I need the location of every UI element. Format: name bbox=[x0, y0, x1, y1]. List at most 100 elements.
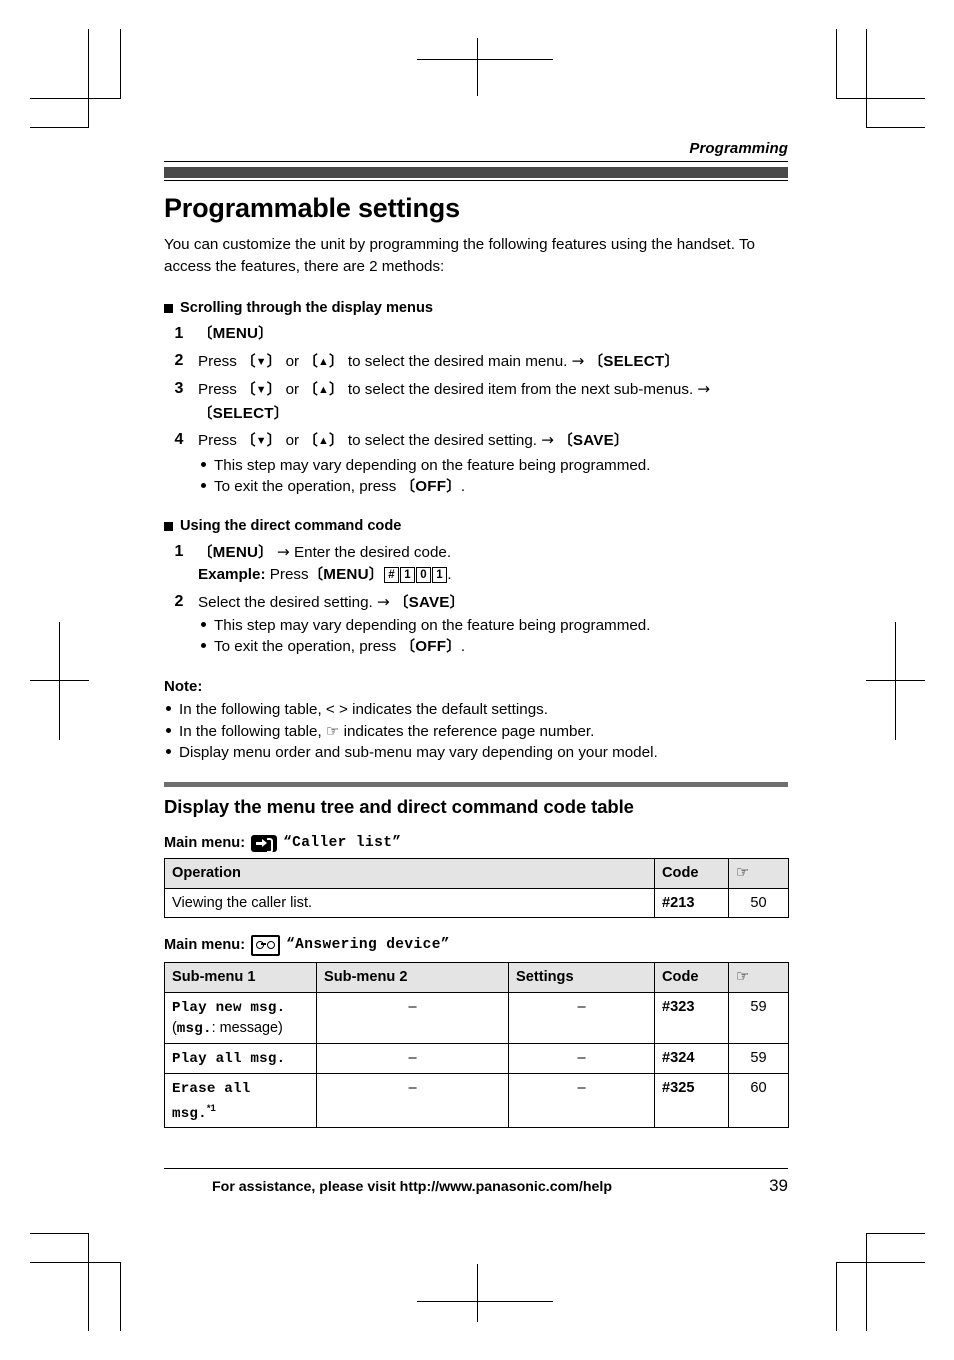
crop-mark-top-right-h2 bbox=[866, 127, 925, 128]
key-select: 〔SELECT〕 bbox=[588, 352, 680, 370]
note-list: In the following table, < > indicates th… bbox=[164, 699, 788, 764]
key-save: 〔SAVE〕 bbox=[558, 432, 629, 449]
sub-menu-1-note: (msg.: message) bbox=[172, 1019, 283, 1037]
step-number: 4 bbox=[174, 431, 184, 448]
note-text: In the following table, < > indicates th… bbox=[179, 701, 548, 718]
dot-bullet-icon bbox=[201, 643, 206, 648]
cell-sub-menu-1: Play all msg. bbox=[164, 1042, 317, 1074]
answering-device-table: Sub-menu 1 Sub-menu 2 Settings Code ☞ Pl… bbox=[164, 961, 789, 1129]
bullet-text: To exit the operation, press bbox=[214, 638, 397, 655]
pointing-hand-icon: ☞ bbox=[736, 966, 750, 985]
arrow-icon: → bbox=[541, 431, 554, 449]
dot-bullet-icon bbox=[201, 622, 206, 627]
step-number: 2 bbox=[174, 351, 184, 369]
bullet-text: To exit the operation, press bbox=[214, 477, 397, 495]
footer-assistance-text: For assistance, please visit http://www.… bbox=[212, 1179, 612, 1195]
arrow-icon: → bbox=[377, 592, 390, 611]
main-menu-name: “Answering device” bbox=[286, 937, 450, 953]
sub-menu-1-name: Erase all bbox=[172, 1080, 251, 1097]
note-item: Display menu order and sub-menu may vary… bbox=[166, 742, 788, 764]
crop-mark-top-left-v1 bbox=[88, 29, 89, 127]
cell-operation: Viewing the caller list. bbox=[164, 887, 655, 918]
crop-mark-bottom-right-h2 bbox=[836, 1262, 925, 1263]
cell-reference-page: 60 bbox=[728, 1072, 789, 1129]
crop-mark-bottom-left-h1 bbox=[30, 1233, 89, 1234]
period: . bbox=[460, 477, 466, 495]
answering-device-icon bbox=[251, 934, 281, 956]
registration-mark-left-v bbox=[59, 622, 60, 740]
square-bullet-icon bbox=[164, 304, 173, 313]
direct-step-2-text: Select the desired setting. bbox=[198, 593, 373, 611]
period: . bbox=[460, 638, 466, 655]
footnote-marker: *1 bbox=[206, 1102, 216, 1114]
step-number: 1 bbox=[174, 542, 184, 560]
cell-sub-menu-2: – bbox=[316, 991, 509, 1044]
step-4-or-label: or bbox=[285, 432, 300, 449]
cell-settings: – bbox=[508, 1042, 655, 1074]
step-3-or-label: or bbox=[285, 381, 300, 398]
crop-mark-top-left-h1 bbox=[30, 98, 121, 99]
bullet-text: This step may vary depending on the feat… bbox=[214, 617, 651, 634]
step-3-tail: to select the desired item from the next… bbox=[347, 381, 694, 398]
bullet-item: This step may vary depending on the feat… bbox=[201, 615, 788, 636]
crop-mark-bottom-left-h2 bbox=[30, 1262, 121, 1263]
header-operation: Operation bbox=[164, 857, 655, 889]
registration-mark-bottom-h bbox=[417, 1301, 553, 1302]
cell-code: #213 bbox=[654, 887, 729, 918]
table-row: Play new msg. (msg.: message) – – #323 5… bbox=[164, 991, 789, 1044]
table-row: Erase all msg.*1 – – #325 60 bbox=[164, 1072, 789, 1129]
heading-direct-label: Using the direct command code bbox=[180, 517, 402, 534]
page-title: Programmable settings bbox=[164, 193, 460, 223]
header-code: Code bbox=[654, 961, 729, 993]
cell-sub-menu-2: – bbox=[316, 1072, 509, 1129]
section-title-menu-tree: Display the menu tree and direct command… bbox=[164, 795, 634, 817]
main-menu-label: Main menu: bbox=[164, 835, 246, 851]
direct-step-2: 2 Select the desired setting. → 〔SAVE〕 T… bbox=[175, 591, 788, 659]
registration-mark-right-h bbox=[866, 680, 925, 681]
step-4-bullets: This step may vary depending on the feat… bbox=[198, 455, 788, 498]
cell-code: #323 bbox=[654, 991, 729, 1044]
step-2-tail: to select the desired main menu. bbox=[347, 352, 568, 370]
registration-mark-bottom-v bbox=[477, 1264, 478, 1322]
note-text-after: indicates the reference page number. bbox=[343, 722, 595, 740]
crop-mark-bottom-left-v1 bbox=[88, 1233, 89, 1331]
main-menu-line-answering-device: Main menu: “Answering device” bbox=[164, 934, 788, 956]
crop-mark-bottom-right-v2 bbox=[866, 1233, 867, 1331]
note-item: In the following table, ☞ indicates the … bbox=[166, 721, 788, 743]
keybox-digit-0: 0 bbox=[415, 567, 431, 583]
footer-page-number: 39 bbox=[769, 1176, 788, 1195]
arrow-icon: → bbox=[277, 542, 290, 561]
step-3: 3 Press 〔▼〕 or 〔▲〕 to select the desired… bbox=[175, 378, 788, 425]
main-menu-line-caller-list: Main menu: “Caller list” bbox=[164, 834, 788, 853]
cell-sub-menu-2: – bbox=[316, 1042, 509, 1074]
step-1: 1 〔MENU〕 bbox=[175, 323, 788, 346]
direct-step-1: 1 〔MENU〕 → Enter the desired code. Examp… bbox=[175, 541, 788, 587]
registration-mark-right-v bbox=[895, 622, 896, 740]
crop-mark-top-right-v2 bbox=[866, 29, 867, 127]
keybox-digit-1b: 1 bbox=[431, 567, 447, 583]
keybox-digit-1: 1 bbox=[399, 567, 415, 583]
key-off: 〔OFF〕 bbox=[400, 638, 461, 655]
table-row: Viewing the caller list. #213 50 bbox=[164, 887, 789, 918]
chapter-bar-underline bbox=[164, 180, 788, 181]
header-reference-page: ☞ bbox=[728, 961, 789, 993]
step-4: 4 Press 〔▼〕 or 〔▲〕 to select the desired… bbox=[175, 429, 788, 498]
direct-step-1-text: Enter the desired code. bbox=[294, 543, 452, 561]
main-menu-name: “Caller list” bbox=[283, 835, 402, 851]
main-menu-label: Main menu: bbox=[164, 937, 246, 953]
crop-mark-bottom-right-v1 bbox=[836, 1262, 837, 1331]
step-3-press-label: Press bbox=[198, 381, 237, 398]
registration-mark-top-v bbox=[477, 38, 478, 96]
heading-direct-command-code: Using the direct command code bbox=[164, 518, 788, 534]
key-off: 〔OFF〕 bbox=[400, 477, 461, 495]
crop-mark-top-right-v1 bbox=[836, 29, 837, 98]
dot-bullet-icon bbox=[201, 482, 206, 488]
key-menu: 〔MENU〕 bbox=[308, 566, 384, 583]
example-press-label: Press bbox=[269, 566, 309, 583]
cell-reference-page: 59 bbox=[728, 991, 789, 1044]
dot-bullet-icon bbox=[166, 727, 171, 733]
key-down-arrow: 〔▼〕 bbox=[241, 382, 282, 398]
heading-scrolling-display-menus: Scrolling through the display menus bbox=[164, 300, 788, 316]
key-save: 〔SAVE〕 bbox=[393, 593, 465, 611]
square-bullet-icon bbox=[164, 521, 173, 531]
